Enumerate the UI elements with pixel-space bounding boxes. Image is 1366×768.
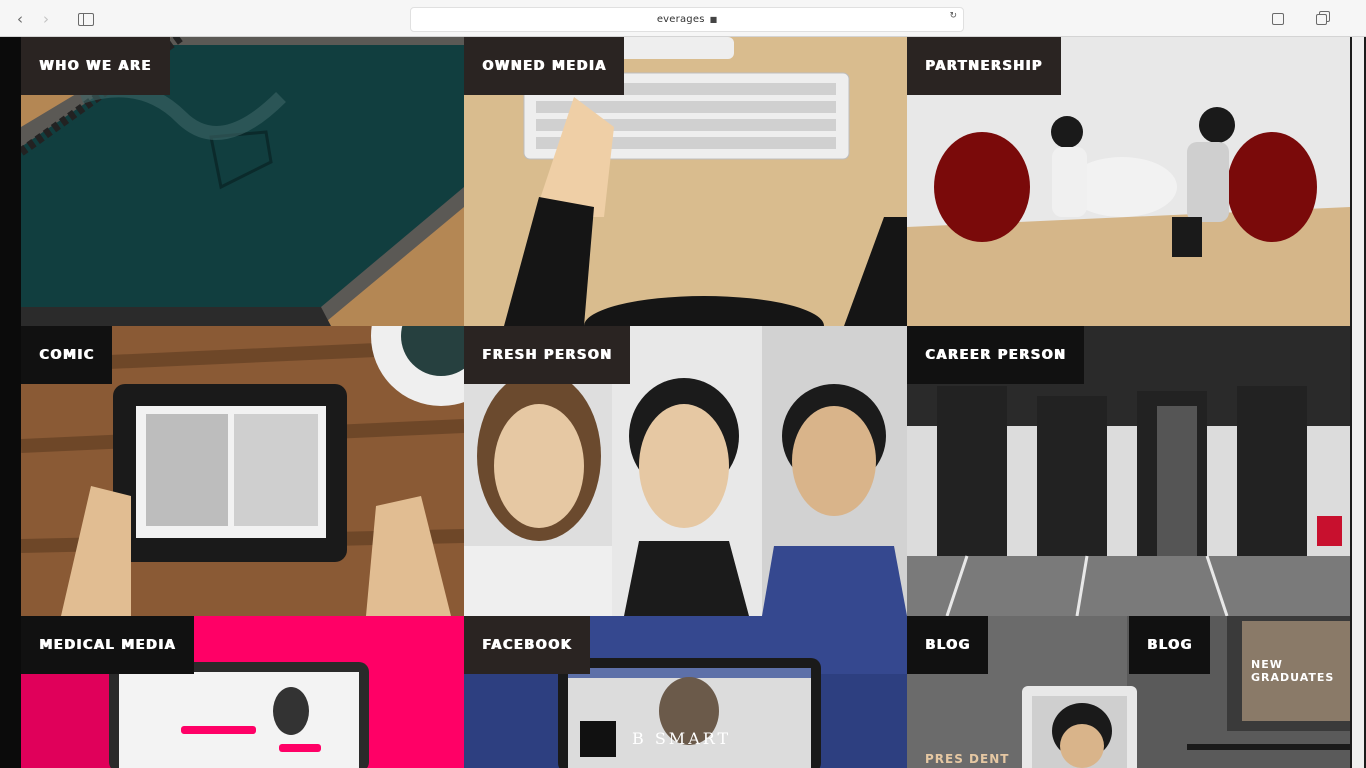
sidebar-toggle-button[interactable]: [76, 9, 96, 29]
tile-label: COMIC: [21, 326, 113, 384]
share-icon: [1272, 13, 1284, 25]
tile-blog[interactable]: BLOG BLOG NEW GRADUATES PRES DENT: [907, 616, 1350, 768]
tile-label: PARTNERSHIP: [907, 37, 1061, 95]
tile-label: FACEBOOK: [464, 616, 590, 674]
tabs-button[interactable]: [1311, 9, 1331, 29]
tile-label: FRESH PERSON: [464, 326, 631, 384]
tile-facebook[interactable]: FACEBOOK B SMART: [464, 616, 907, 768]
facebook-brand-text: B SMART: [632, 729, 732, 748]
tile-comic[interactable]: COMIC: [21, 326, 464, 616]
reload-icon[interactable]: ↻: [949, 11, 957, 21]
url-text: everages: [656, 14, 705, 25]
blog-label-secondary: BLOG: [1129, 616, 1211, 674]
chevron-right-icon: ›: [43, 9, 49, 28]
tile-label: WHO WE ARE: [21, 37, 170, 95]
sidebar-icon: [78, 12, 94, 26]
tile-label: OWNED MEDIA: [464, 37, 625, 95]
share-button[interactable]: [1268, 9, 1288, 29]
left-margin: [0, 37, 21, 768]
tile-fresh-person[interactable]: FRESH PERSON: [464, 326, 907, 616]
tile-partnership[interactable]: PARTNERSHIP: [907, 37, 1350, 326]
back-button[interactable]: ‹: [10, 9, 30, 29]
page-content: WHO WE ARE OWNED MEDIA PARTNERSHIP COMIC…: [0, 37, 1366, 768]
tile-career-person[interactable]: CAREER PERSON: [907, 326, 1350, 616]
new-graduates-text: NEW GRADUATES: [1251, 658, 1335, 684]
tile-medical-media[interactable]: MEDICAL MEDIA: [21, 616, 464, 768]
scrollbar-thumb[interactable]: [1352, 37, 1364, 768]
address-bar[interactable]: everages ■ ↻: [410, 7, 964, 32]
tile-label: MEDICAL MEDIA: [21, 616, 194, 674]
tile-label: BLOG: [907, 616, 989, 674]
tile-who-we-are[interactable]: WHO WE ARE: [21, 37, 464, 326]
tile-owned-media[interactable]: OWNED MEDIA: [464, 37, 907, 326]
forward-button[interactable]: ›: [36, 9, 56, 29]
chevron-left-icon: ‹: [17, 9, 23, 28]
president-text: PRES DENT: [925, 752, 1010, 766]
browser-toolbar: ‹ › everages ■ ↻: [0, 0, 1366, 37]
lock-icon: ■: [709, 15, 718, 24]
tile-label: CAREER PERSON: [907, 326, 1085, 384]
tabs-icon: [1315, 13, 1327, 25]
